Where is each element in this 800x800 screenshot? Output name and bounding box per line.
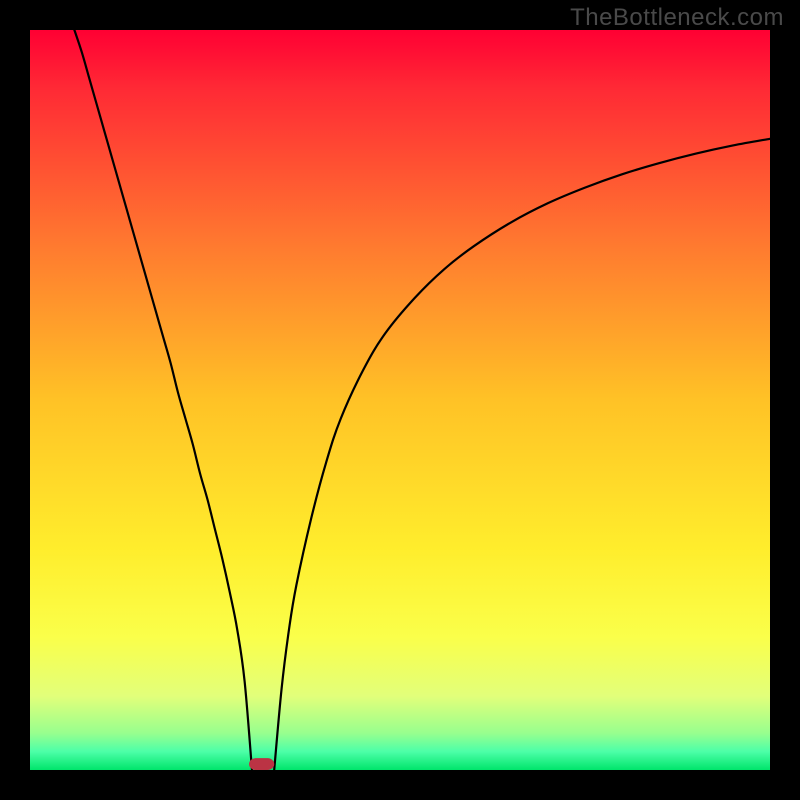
chart-frame: TheBottleneck.com bbox=[0, 0, 800, 800]
chart-svg bbox=[0, 0, 800, 800]
minimum-marker bbox=[249, 758, 274, 770]
plot-background bbox=[30, 30, 770, 770]
watermark-text: TheBottleneck.com bbox=[570, 4, 784, 32]
